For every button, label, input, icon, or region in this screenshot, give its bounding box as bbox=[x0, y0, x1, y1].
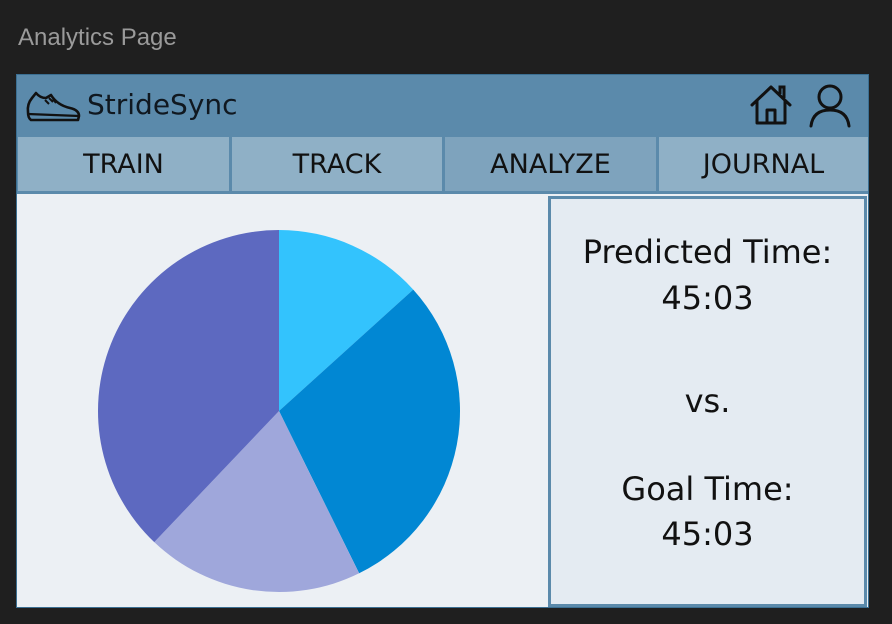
page-label: Analytics Page bbox=[18, 24, 177, 51]
nav-bar: TRAIN TRACK ANALYZE JOURNAL bbox=[17, 137, 868, 194]
pie-chart bbox=[97, 230, 461, 592]
home-icon[interactable] bbox=[747, 81, 795, 129]
brand-name: StrideSync bbox=[87, 88, 238, 121]
goal-time-label: Goal Time: bbox=[621, 470, 794, 508]
tab-label: ANALYZE bbox=[490, 148, 611, 180]
tab-analyze[interactable]: ANALYZE bbox=[445, 137, 656, 191]
app-window: StrideSync TRAIN TRACK ANALYZE JOURNAL P… bbox=[16, 74, 869, 608]
goal-time-value: 45:03 bbox=[661, 515, 754, 553]
tab-track[interactable]: TRACK bbox=[232, 137, 442, 191]
shoe-icon bbox=[26, 91, 81, 122]
tab-train[interactable]: TRAIN bbox=[18, 137, 229, 191]
tab-label: TRAIN bbox=[83, 148, 164, 180]
tab-label: TRACK bbox=[292, 148, 382, 180]
vs-label: vs. bbox=[684, 382, 731, 420]
predicted-time-label: Predicted Time: bbox=[582, 233, 833, 271]
tab-journal[interactable]: JOURNAL bbox=[659, 137, 868, 191]
user-icon[interactable] bbox=[807, 81, 853, 129]
time-comparison-panel: Predicted Time: 45:03 vs. Goal Time: 45:… bbox=[548, 196, 867, 607]
app-header: StrideSync bbox=[17, 75, 868, 137]
pie-chart-panel bbox=[17, 194, 546, 607]
predicted-time-value: 45:03 bbox=[661, 279, 754, 317]
tab-label: JOURNAL bbox=[702, 148, 825, 180]
